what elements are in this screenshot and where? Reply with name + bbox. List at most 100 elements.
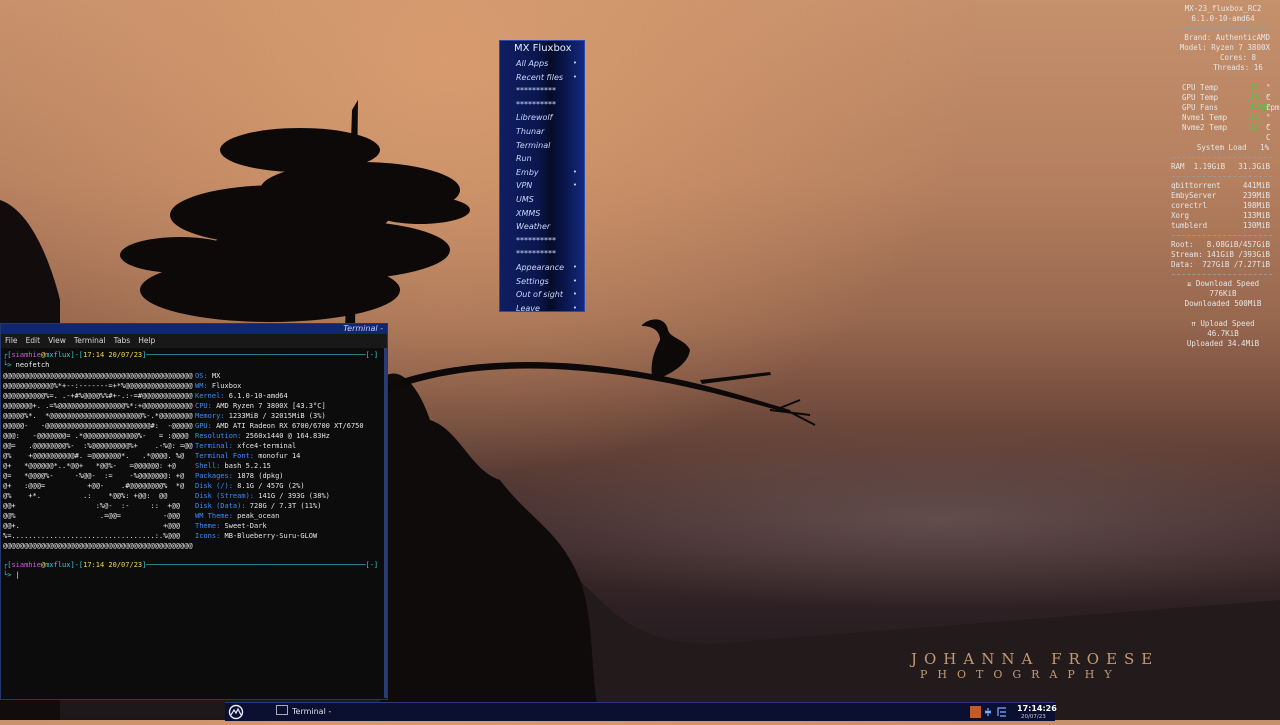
menu-item[interactable]: Emby • xyxy=(500,166,584,180)
conky-threads: Threads: 16 xyxy=(1213,63,1263,72)
menu-item[interactable]: Leave • xyxy=(500,302,584,316)
watermark-sub: PHOTOGRAPHY xyxy=(920,668,1122,681)
conky-download-total: Downloaded 500MiB xyxy=(1184,299,1262,308)
neofetch-row: Icons: MB-Blueberry-Suru-GLOW xyxy=(195,532,318,540)
network-icon xyxy=(997,707,1006,717)
neofetch-row: Theme: Sweet-Dark xyxy=(195,522,267,530)
conky-ram: RAM 1.19GiB 31.3GiB xyxy=(1171,162,1270,171)
terminal-icon xyxy=(276,705,288,715)
menu-item[interactable]: ********** xyxy=(500,98,584,112)
conky-process: corectrl 198MiB xyxy=(1171,201,1270,210)
neofetch-row: OS: MX xyxy=(195,372,221,380)
menu-item[interactable]: Run xyxy=(500,152,584,166)
tray-app-icon xyxy=(970,706,981,718)
submenu-arrow-icon: • xyxy=(572,167,577,176)
conky-sensor: GPU Temp 46 ° C xyxy=(1182,93,1271,112)
conky-cores: Cores: 8 xyxy=(1219,53,1257,62)
conky-sensor: Nvme2 Temp 47 ° C xyxy=(1182,123,1271,142)
conky-divider xyxy=(1172,157,1272,158)
menu-item[interactable]: All Apps • xyxy=(500,57,584,71)
menu-item[interactable]: Recent files • xyxy=(500,71,584,85)
neofetch-row: Terminal Font: monofur 14 xyxy=(195,452,301,460)
terminal-menu-help[interactable]: Help xyxy=(138,336,155,345)
menu-item[interactable]: UMS xyxy=(500,193,584,207)
conky-disk: Stream: 141GiB /393GiB xyxy=(1171,250,1270,259)
conky-brand: Brand: AuthenticAMD xyxy=(1184,33,1270,42)
menu-item[interactable]: ********** xyxy=(500,247,584,261)
neofetch-row: Shell: bash 5.2.15 xyxy=(195,462,271,470)
menu-item[interactable]: Appearance • xyxy=(500,261,584,275)
conky-divider xyxy=(1172,235,1272,236)
start-icon[interactable] xyxy=(225,703,247,721)
neofetch-row: Terminal: xfce4-terminal xyxy=(195,442,297,450)
clock[interactable]: 17:14:26 xyxy=(1017,704,1057,713)
submenu-arrow-icon: • xyxy=(572,72,577,81)
taskbar-task-terminal[interactable]: Terminal - xyxy=(272,704,382,720)
neofetch-row: Disk (Data): 728G / 7.3T (11%) xyxy=(195,502,322,510)
conky-sensor: GPU Fans 1450 rpm xyxy=(1182,103,1280,112)
conky-load: System Load 1% xyxy=(1196,143,1270,152)
conky-download-speed: 776KiB xyxy=(1209,289,1237,298)
prompt-line: ┌[siamhie@mxflux]-[17:14 20/07/23]──────… xyxy=(3,351,379,359)
submenu-arrow-icon: • xyxy=(572,276,577,285)
menu-item[interactable]: ********** xyxy=(500,84,584,98)
conky-divider xyxy=(1172,274,1272,275)
menu-item[interactable]: VPN • xyxy=(500,179,584,193)
conky-kernel: 6.1.0-10-amd64 xyxy=(1191,14,1255,23)
neofetch-logo: @@@@@@@@@@@@@@@@@@@@@@@@@@@@@@@@@@@@@@@@… xyxy=(3,372,193,550)
fluxbox-root-menu: MX Fluxbox All Apps • Recent files • *******… xyxy=(499,40,585,313)
neofetch-row: Packages: 1878 (dpkg) xyxy=(195,472,284,480)
menu-item[interactable]: Terminal xyxy=(500,139,584,153)
neofetch-row: Disk (/): 8.1G / 457G (2%) xyxy=(195,482,305,490)
terminal-scrollbar[interactable] xyxy=(384,348,387,698)
prompt-line-2: ┌[siamhie@mxflux]-[17:14 20/07/23]──────… xyxy=(3,561,379,569)
terminal-menubar: File Edit View Terminal Tabs Help xyxy=(1,334,387,348)
conky-model: Model: Ryzen 7 3800X xyxy=(1179,43,1270,52)
conky-download-label: ⇊ Download Speed xyxy=(1186,279,1260,288)
conky-disk: Data: 727GiB /7.27TiB xyxy=(1171,260,1270,269)
terminal-menu-view[interactable]: View xyxy=(48,336,66,345)
conky-divider xyxy=(1172,28,1272,29)
terminal-menu-edit[interactable]: Edit xyxy=(26,336,41,345)
conky-process: qbittorrent 441MiB xyxy=(1171,181,1270,190)
terminal-titlebar[interactable]: Terminal - xyxy=(1,324,387,334)
menu-item[interactable]: Thunar xyxy=(500,125,584,139)
terminal-menu-tabs[interactable]: Tabs xyxy=(114,336,131,345)
menu-title: MX Fluxbox xyxy=(514,43,572,54)
menu-item[interactable]: ********** xyxy=(500,234,584,248)
terminal-menu-terminal[interactable]: Terminal xyxy=(74,336,106,345)
conky-sensor: CPU Temp 42 ° C xyxy=(1182,83,1271,102)
neofetch-row: WM: Fluxbox xyxy=(195,382,242,390)
system-tray xyxy=(970,706,1006,718)
conky-upload-label: ⇈ Upload Speed xyxy=(1191,319,1255,328)
conky-process: tumblerd 130MiB xyxy=(1171,221,1270,230)
conky-process: Xorg 133MiB xyxy=(1171,211,1270,220)
conky-distro: MX-23_fluxbox_RC2 xyxy=(1184,4,1262,13)
terminal-menu-file[interactable]: File xyxy=(5,336,18,345)
menu-item[interactable]: Out of sight • xyxy=(500,288,584,302)
conky-system-monitor: MX-23_fluxbox_RC2 6.1.0-10-amd64 Brand: … xyxy=(1168,0,1280,349)
terminal-title: Terminal - xyxy=(343,324,383,333)
taskbar: Terminal - 17:14:26 20/07/23 xyxy=(225,702,1057,721)
submenu-arrow-icon: • xyxy=(572,181,577,190)
menu-item[interactable]: XMMS xyxy=(500,207,584,221)
neofetch-row: Kernel: 6.1.0-10-amd64 xyxy=(195,392,288,400)
input-line[interactable]: └> | xyxy=(3,570,20,580)
watermark-name: JOHANNA FROESE xyxy=(911,650,1160,668)
command-line: └> neofetch xyxy=(3,361,50,369)
bluetooth-icon xyxy=(984,708,992,716)
conky-sensor: Nvme1 Temp 47 ° C xyxy=(1182,113,1271,132)
neofetch-info: OS: MX WM: Fluxbox Kernel: 6.1.0-10-amd64 C… xyxy=(195,371,364,541)
menu-item[interactable]: Librewolf xyxy=(500,111,584,125)
submenu-arrow-icon: • xyxy=(572,303,577,312)
conky-upload-speed: 46.7KiB xyxy=(1207,329,1239,338)
conky-disk: Root: 8.08GiB/457GiB xyxy=(1171,240,1270,249)
conky-upload-total: Uploaded 34.4MiB xyxy=(1186,339,1260,348)
neofetch-row: WM Theme: peak_ocean xyxy=(195,512,280,520)
submenu-arrow-icon: • xyxy=(572,290,577,299)
terminal-window[interactable]: Terminal - File Edit View Terminal Tabs Help … xyxy=(0,323,388,700)
menu-item[interactable]: Weather xyxy=(500,220,584,234)
menu-item[interactable]: Settings • xyxy=(500,275,584,289)
neofetch-row: Disk (Stream): 141G / 393G (38%) xyxy=(195,492,330,500)
neofetch-row: CPU: AMD Ryzen 7 3800X [43.3°C] xyxy=(195,402,326,410)
